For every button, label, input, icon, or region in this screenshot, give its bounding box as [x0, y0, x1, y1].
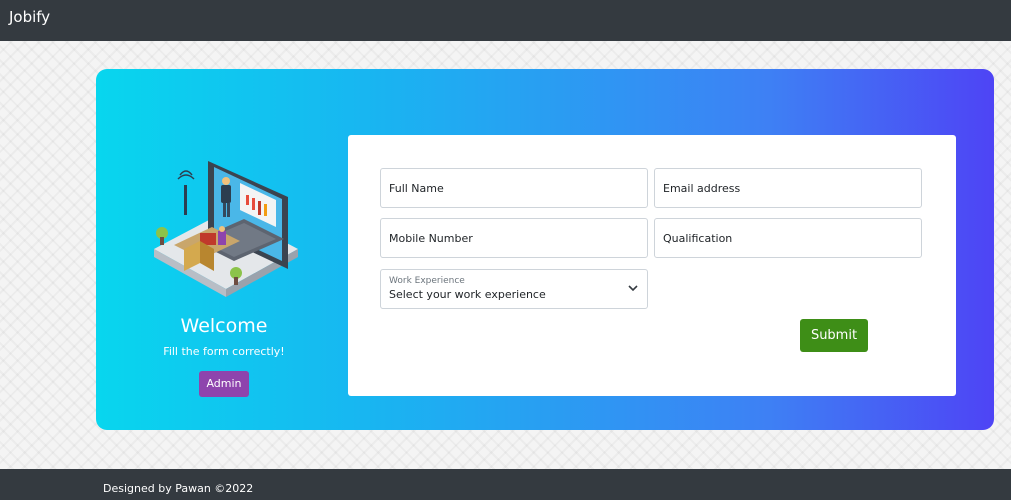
application-form: Work Experience Select your work experie…: [348, 135, 956, 396]
email-input[interactable]: [654, 168, 922, 208]
brand-link[interactable]: Jobify: [9, 8, 50, 26]
footer: Designed by Pawan ©2022: [0, 469, 1011, 500]
welcome-subtitle: Fill the form correctly!: [163, 345, 285, 358]
submit-button[interactable]: Submit: [800, 319, 868, 352]
work-experience-select[interactable]: Work Experience Select your work experie…: [380, 269, 648, 309]
admin-button[interactable]: Admin: [199, 371, 249, 397]
laptop-office-illustration-icon: [154, 161, 298, 297]
mobile-number-input[interactable]: [380, 218, 648, 258]
full-name-input[interactable]: [380, 168, 648, 208]
footer-credit: Designed by Pawan ©2022: [103, 482, 254, 495]
qualification-input[interactable]: [654, 218, 922, 258]
work-experience-value: Select your work experience: [389, 288, 546, 301]
chevron-down-icon: [628, 285, 638, 292]
navbar: Jobify: [0, 0, 1011, 41]
work-experience-label: Work Experience: [389, 276, 465, 286]
welcome-heading: Welcome: [180, 315, 268, 337]
hero-card: Welcome Fill the form correctly! Admin W…: [96, 69, 994, 430]
